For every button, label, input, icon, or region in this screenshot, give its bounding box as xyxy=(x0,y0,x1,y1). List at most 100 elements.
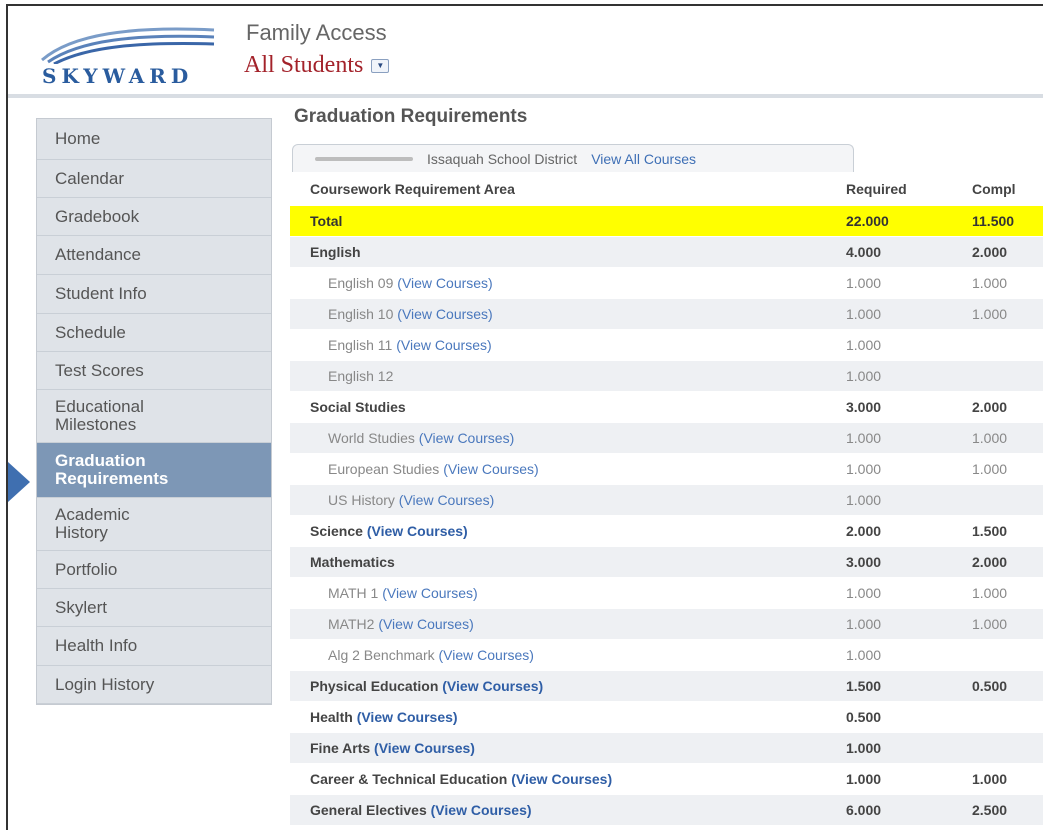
district-label: Issaquah School District xyxy=(427,150,578,167)
sidebar-item[interactable]: Gradebook xyxy=(37,198,271,236)
requirement-name: US History xyxy=(328,492,395,508)
table-row: English 09 (View Courses) 1.000 1.000 xyxy=(290,268,1043,299)
table-row: World Studies (View Courses) 1.000 1.000 xyxy=(290,423,1043,454)
view-courses-link[interactable]: (View Courses) xyxy=(397,306,492,322)
table-row: English 11 (View Courses) 1.000 xyxy=(290,330,1043,361)
completed-credits: 1.000 xyxy=(972,771,1008,787)
requirement-name: World Studies xyxy=(328,430,415,446)
requirement-area: Career & Technical Education (View Cours… xyxy=(290,771,836,787)
requirement-name: English 12 xyxy=(328,368,394,384)
view-courses-link[interactable]: (View Courses) xyxy=(419,430,514,446)
view-all-courses-link[interactable]: View All Courses xyxy=(591,151,696,167)
table-row: Total 22.000 11.500 xyxy=(290,206,1043,237)
view-courses-link[interactable]: (View Courses) xyxy=(439,647,534,663)
requirement-name: Physical Education xyxy=(310,678,439,694)
completed-credits: 1.000 xyxy=(972,461,1008,477)
completed-credits: 1.000 xyxy=(972,275,1008,291)
requirement-name: Total xyxy=(310,213,343,229)
required-credits: 1.000 xyxy=(846,492,882,508)
required-credits: 1.000 xyxy=(846,461,882,477)
view-courses-link[interactable]: (View Courses) xyxy=(367,523,468,539)
page-title: Graduation Requirements xyxy=(294,106,528,127)
table-row: US History (View Courses) 1.000 xyxy=(290,485,1043,516)
requirement-area: US History (View Courses) xyxy=(290,492,836,508)
sidebar-item[interactable]: Login History xyxy=(37,666,271,704)
completed-credits: 2.000 xyxy=(972,244,1008,260)
required-credits: 4.000 xyxy=(846,244,882,260)
view-courses-link[interactable]: (View Courses) xyxy=(378,616,473,632)
sidebar-item[interactable]: Academic History xyxy=(37,498,271,551)
required-credits: 1.000 xyxy=(846,430,882,446)
sidebar-item[interactable]: Skylert xyxy=(37,589,271,627)
requirement-area: General Electives (View Courses) xyxy=(290,802,836,818)
table-row: Alg 2 Benchmark (View Courses) 1.000 xyxy=(290,640,1043,671)
table-row: MATH 1 (View Courses) 1.000 1.000 xyxy=(290,578,1043,609)
required-credits: 6.000 xyxy=(846,802,882,818)
student-selector[interactable]: All Students ▼ xyxy=(244,52,390,79)
view-courses-link[interactable]: (View Courses) xyxy=(396,337,491,353)
required-credits: 1.000 xyxy=(846,771,882,787)
header-divider xyxy=(8,94,1043,98)
requirement-name: Fine Arts xyxy=(310,740,371,756)
table-row: Science (View Courses) 2.000 1.500 xyxy=(290,516,1043,547)
completed-credits: 1.500 xyxy=(972,523,1008,539)
required-credits: 3.000 xyxy=(846,399,882,415)
view-courses-link[interactable]: (View Courses) xyxy=(443,461,538,477)
requirement-name: MATH 1 xyxy=(328,585,379,601)
sidebar-item[interactable]: Educational Milestones xyxy=(37,390,271,443)
sidebar-item[interactable]: Home xyxy=(37,119,271,160)
sidebar-item[interactable]: Student Info xyxy=(37,275,271,314)
requirement-name: Health xyxy=(310,709,353,725)
requirement-area: English xyxy=(290,244,836,260)
requirement-area: Fine Arts (View Courses) xyxy=(290,740,836,756)
sidebar-item-label: Schedule xyxy=(55,322,126,342)
table-row: Career & Technical Education (View Cours… xyxy=(290,764,1043,795)
required-credits: 1.500 xyxy=(846,678,882,694)
sidebar-item[interactable]: Health Info xyxy=(37,627,271,666)
requirement-name: Mathematics xyxy=(310,554,395,570)
view-courses-link[interactable]: (View Courses) xyxy=(399,492,494,508)
view-courses-link[interactable]: (View Courses) xyxy=(374,740,475,756)
requirement-area: Health (View Courses) xyxy=(290,709,836,725)
table-row: European Studies (View Courses) 1.000 1.00… xyxy=(290,454,1043,485)
sidebar-item[interactable]: Calendar xyxy=(37,160,271,198)
view-courses-link[interactable]: (View Courses) xyxy=(382,585,477,601)
skyward-logo: SKYWARD xyxy=(32,20,222,90)
view-courses-link[interactable]: (View Courses) xyxy=(431,802,532,818)
chevron-down-icon[interactable]: ▼ xyxy=(371,58,390,73)
completed-credits: 2.500 xyxy=(972,802,1008,818)
requirement-name: Career & Technical Education xyxy=(310,771,508,787)
app-frame: SKYWARD Family Access All Students ▼ Hom… xyxy=(6,4,1043,830)
table-row: General Electives (View Courses) 6.000 2.5… xyxy=(290,795,1043,826)
requirement-area: Science (View Courses) xyxy=(290,523,836,539)
view-courses-link[interactable]: (View Courses) xyxy=(357,709,458,725)
app-title: Family Access xyxy=(246,20,387,45)
table-row: Fine Arts (View Courses) 1.000 xyxy=(290,733,1043,764)
sidebar-item[interactable]: Portfolio xyxy=(37,551,271,589)
sidebar-item[interactable]: Test Scores xyxy=(37,352,271,390)
view-courses-link[interactable]: (View Courses) xyxy=(442,678,543,694)
column-header-required: Required xyxy=(846,180,907,197)
requirement-area: Physical Education (View Courses) xyxy=(290,678,836,694)
completed-credits: 1.000 xyxy=(972,616,1008,632)
sidebar-item-label: Portfolio xyxy=(55,559,118,579)
required-credits: 1.000 xyxy=(846,740,882,756)
tab-district[interactable]: Issaquah School District View All Course… xyxy=(292,144,854,172)
view-courses-link[interactable]: (View Courses) xyxy=(511,771,612,787)
sidebar-item[interactable]: Attendance xyxy=(37,236,271,275)
sidebar-item-label: Login History xyxy=(55,674,155,694)
sidebar-item[interactable]: Graduation Requirements xyxy=(37,443,271,498)
view-courses-link[interactable]: (View Courses) xyxy=(397,275,492,291)
requirement-area: European Studies (View Courses) xyxy=(290,461,836,477)
sidebar-item-label: Home xyxy=(55,129,101,148)
sidebar-item[interactable]: Schedule xyxy=(37,314,271,352)
required-credits: 1.000 xyxy=(846,337,882,353)
sidebar-nav: Home Calendar Gradebook Attendance Student I… xyxy=(36,118,272,705)
requirement-name: Alg 2 Benchmark xyxy=(328,647,435,663)
sidebar-item-label: Calendar xyxy=(55,168,124,188)
requirement-area: MATH2 (View Courses) xyxy=(290,616,836,632)
completed-credits: 2.000 xyxy=(972,554,1008,570)
redacted-student-name xyxy=(315,156,413,161)
completed-credits: 11.500 xyxy=(972,213,1015,229)
table-row: Health (View Courses) 0.500 xyxy=(290,702,1043,733)
